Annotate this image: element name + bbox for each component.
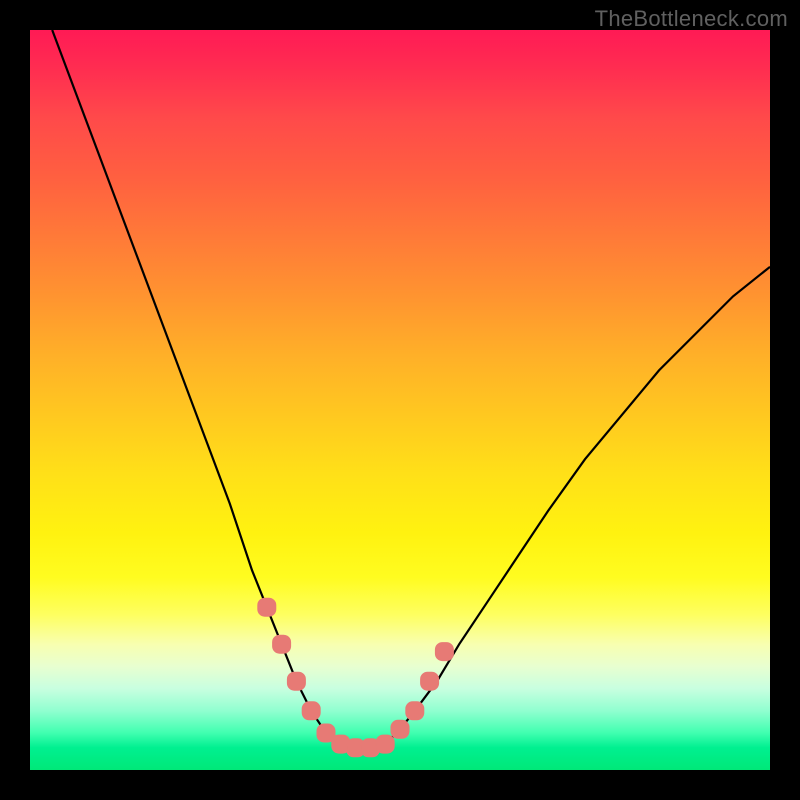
curve-marker [302, 702, 320, 720]
curve-marker [406, 702, 424, 720]
curve-marker [376, 735, 394, 753]
curve-marker [287, 672, 305, 690]
curve-marker [435, 643, 453, 661]
bottleneck-curve [52, 30, 770, 748]
marker-group [258, 598, 454, 757]
curve-svg [30, 30, 770, 770]
curve-marker [421, 672, 439, 690]
curve-marker [273, 635, 291, 653]
plot-area [30, 30, 770, 770]
watermark-text: TheBottleneck.com [595, 6, 788, 32]
curve-marker [391, 720, 409, 738]
chart-container: TheBottleneck.com [0, 0, 800, 800]
curve-marker [258, 598, 276, 616]
